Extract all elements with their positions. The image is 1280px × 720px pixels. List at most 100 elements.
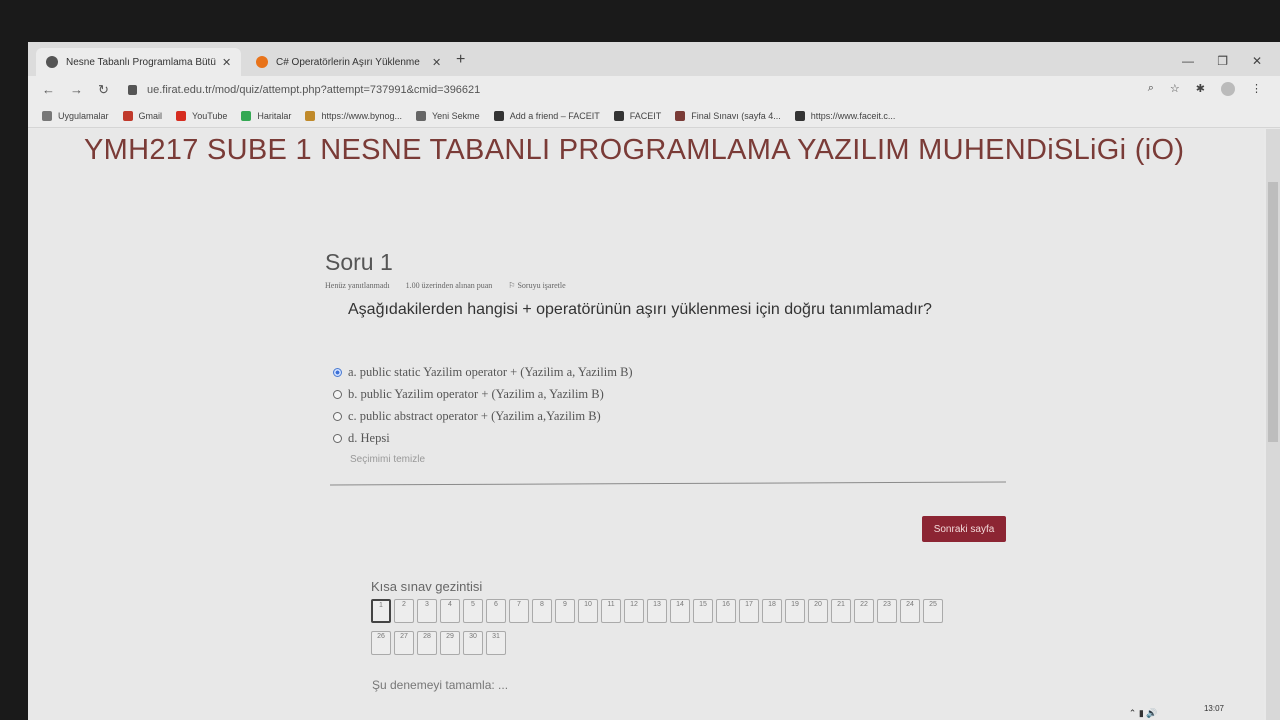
bookmark-favicon-icon	[794, 110, 805, 121]
bookmark-item[interactable]: Final Sınavı (sayfa 4...	[675, 110, 781, 121]
bookmark-label: https://www.bynog...	[321, 110, 402, 121]
answer-label: c. public abstract operator + (Yazilim a…	[348, 408, 601, 423]
quiz-nav-button[interactable]: 21	[831, 599, 851, 623]
answer-option[interactable]: b. public Yazilim operator + (Yazilim a,…	[333, 383, 633, 405]
radio-button[interactable]	[333, 367, 342, 377]
quiz-nav-button[interactable]: 29	[440, 631, 460, 655]
answer-option[interactable]: d. Hepsi	[333, 427, 633, 449]
quiz-nav-button[interactable]: 19	[785, 599, 805, 623]
bookmark-item[interactable]: Haritalar	[241, 110, 292, 121]
quiz-nav-button[interactable]: 26	[371, 631, 391, 655]
course-title: YMH217 SUBE 1 NESNE TABANLI PROGRAMLAMA …	[84, 134, 1185, 166]
clock: 13:07	[1203, 704, 1224, 713]
tab-favicon-icon	[46, 56, 58, 68]
quiz-nav-button[interactable]: 2	[394, 599, 414, 623]
bookmark-item[interactable]: Uygulamalar	[42, 110, 109, 121]
quiz-nav-button[interactable]: 23	[877, 599, 897, 623]
profile-avatar[interactable]	[1221, 82, 1235, 96]
quiz-nav-button[interactable]: 28	[417, 631, 437, 655]
bookmark-item[interactable]: FACEIT	[613, 110, 661, 121]
bookmark-favicon-icon	[42, 110, 52, 121]
quiz-nav-button[interactable]: 14	[670, 599, 690, 623]
quiz-nav-button[interactable]: 16	[716, 599, 736, 623]
question-number: Soru 1	[325, 249, 393, 275]
tab-close-icon[interactable]: ✕	[222, 56, 231, 69]
bookmark-label: Uygulamalar	[58, 110, 109, 121]
quiz-nav-button[interactable]: 12	[624, 599, 644, 623]
minimize-icon[interactable]: —	[1182, 54, 1194, 68]
quiz-nav-button[interactable]: 11	[601, 599, 621, 623]
quiz-nav-button[interactable]: 18	[762, 599, 782, 623]
tab-title: Nesne Tabanlı Programlama Bütü	[66, 56, 216, 68]
quiz-nav-button[interactable]: 9	[555, 599, 575, 623]
quiz-nav-button[interactable]: 10	[578, 599, 598, 623]
bookmark-favicon-icon	[305, 110, 316, 121]
bookmark-favicon-icon	[675, 110, 686, 121]
radio-button[interactable]	[333, 411, 342, 421]
quiz-nav-button[interactable]: 22	[854, 599, 874, 623]
bookmark-item[interactable]: YouTube	[176, 110, 227, 121]
answer-label: a. public static Yazilim operator + (Yaz…	[348, 364, 633, 379]
tab-2[interactable]: C# Operatörlerin Aşırı Yüklenme ✕	[246, 48, 451, 76]
quiz-nav-button[interactable]: 8	[532, 599, 552, 623]
question-meta: Henüz yanıtlanmadı 1.00 üzerinden alınan…	[325, 281, 566, 290]
radio-button[interactable]	[333, 433, 342, 443]
bookmarks-bar: Uygulamalar Gmail YouTube Haritalar https://…	[28, 104, 1280, 128]
reload-icon[interactable]: ↻	[98, 82, 109, 98]
back-icon[interactable]: ←	[42, 82, 55, 97]
quiz-nav-button[interactable]: 1	[371, 599, 391, 623]
bookmark-favicon-icon	[241, 110, 252, 121]
screen: Nesne Tabanlı Programlama Bütü ✕ C# Operat…	[28, 42, 1280, 720]
quiz-nav-button[interactable]: 24	[900, 599, 920, 623]
quiz-nav-button[interactable]: 17	[739, 599, 759, 623]
bookmark-item[interactable]: Add a friend – FACEIT	[493, 110, 600, 121]
next-page-button[interactable]: Sonraki sayfa	[922, 516, 1006, 542]
quiz-nav-button[interactable]: 15	[693, 599, 713, 623]
close-window-icon[interactable]: ✕	[1252, 54, 1262, 68]
menu-icon[interactable]: ⋮	[1251, 82, 1262, 96]
restore-icon[interactable]: ❐	[1217, 54, 1228, 68]
tab-favicon-icon	[256, 56, 268, 68]
quiz-nav-button[interactable]: 7	[509, 599, 529, 623]
quiz-nav-button[interactable]: 31	[486, 631, 506, 655]
quiz-nav-button[interactable]: 5	[463, 599, 483, 623]
bookmark-label: Yeni Sekme	[431, 110, 480, 121]
quiz-nav-button[interactable]: 3	[417, 599, 437, 623]
quiz-nav-button[interactable]: 30	[463, 631, 483, 655]
new-tab-button[interactable]: +	[456, 51, 465, 69]
finish-attempt-link[interactable]: Şu denemeyi tamamla: ...	[372, 678, 508, 692]
radio-button[interactable]	[333, 389, 342, 399]
answer-option[interactable]: c. public abstract operator + (Yazilim a…	[333, 405, 633, 427]
bookmark-favicon-icon	[122, 110, 133, 121]
tab-strip: Nesne Tabanlı Programlama Bütü ✕ C# Operat…	[28, 42, 1280, 76]
answer-options: a. public static Yazilim operator + (Yaz…	[333, 361, 633, 449]
zoom-icon[interactable]: ⌕	[1148, 82, 1154, 96]
bookmark-label: Haritalar	[257, 110, 292, 121]
quiz-nav-button[interactable]: 27	[394, 631, 414, 655]
bookmark-item[interactable]: Gmail	[122, 110, 162, 121]
tab-title: C# Operatörlerin Aşırı Yüklenme	[276, 56, 420, 68]
address-bar[interactable]: ue.firat.edu.tr/mod/quiz/attempt.php?att…	[128, 79, 1248, 101]
quiz-nav-button[interactable]: 25	[923, 599, 943, 623]
quiz-nav-button[interactable]: 20	[808, 599, 828, 623]
extensions-icon[interactable]: ✱	[1196, 82, 1205, 96]
bookmark-item[interactable]: https://www.faceit.c...	[794, 110, 895, 121]
answer-label: d. Hepsi	[348, 430, 390, 445]
quiz-navigation-title: Kısa sınav gezintisi	[371, 579, 483, 594]
url-text: ue.firat.edu.tr/mod/quiz/attempt.php?att…	[147, 84, 481, 96]
tab-close-icon[interactable]: ✕	[432, 56, 441, 69]
scrollbar-thumb[interactable]	[1268, 182, 1278, 442]
lock-icon	[128, 85, 137, 95]
quiz-nav-button[interactable]: 6	[486, 599, 506, 623]
answer-option[interactable]: a. public static Yazilim operator + (Yaz…	[333, 361, 633, 383]
clear-choice-link[interactable]: Seçimimi temizle	[350, 454, 425, 465]
flag-question-link[interactable]: ⚐ Soruyu işaretle	[508, 281, 565, 290]
quiz-nav-button[interactable]: 4	[440, 599, 460, 623]
bookmark-item[interactable]: https://www.bynog...	[305, 110, 402, 121]
quiz-nav-button[interactable]: 13	[647, 599, 667, 623]
star-icon[interactable]: ☆	[1170, 82, 1180, 96]
question-points: 1.00 üzerinden alınan puan	[405, 281, 493, 290]
forward-icon[interactable]: →	[70, 82, 83, 97]
bookmark-item[interactable]: Yeni Sekme	[415, 110, 480, 121]
tab-1[interactable]: Nesne Tabanlı Programlama Bütü ✕	[36, 48, 242, 76]
